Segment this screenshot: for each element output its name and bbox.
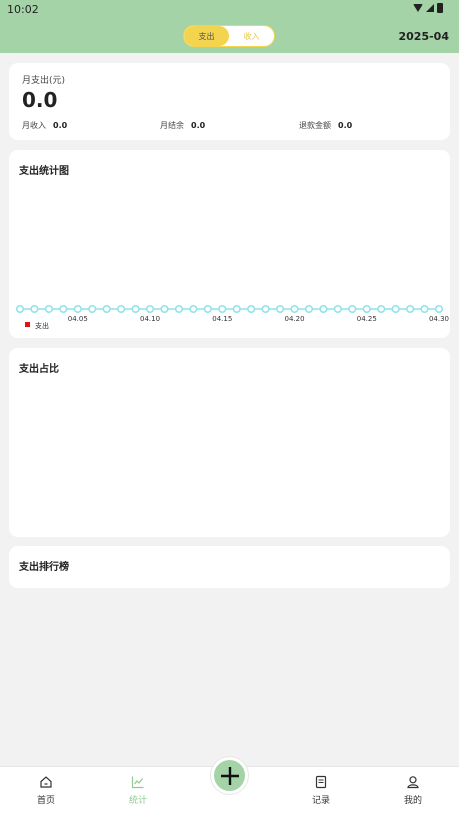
x-tick-label: 04.10 [140, 315, 160, 323]
wifi-icon [413, 4, 423, 12]
data-point-04.28[interactable] [406, 304, 415, 314]
chart-icon [131, 776, 144, 789]
data-point-04.21[interactable] [304, 304, 314, 314]
expense-income-toggle[interactable]: 支出 收入 [183, 25, 275, 47]
legend-label[interactable]: 支出 [35, 321, 49, 330]
data-point-04.17[interactable] [247, 304, 256, 314]
data-point-04.15[interactable] [218, 304, 227, 314]
data-point-04.14[interactable] [203, 304, 212, 314]
ranking-title: 支出排行榜 [19, 562, 69, 573]
tab-statistics-label: 统计 [128, 796, 147, 806]
data-point-04.10[interactable] [145, 304, 155, 314]
monthly-income: 月收入 0.0 [22, 120, 67, 131]
plus-icon [220, 766, 239, 785]
add-record-button[interactable] [211, 757, 248, 794]
monthly-income-label: 月收入 [22, 121, 46, 130]
x-tick-label: 04.30 [429, 315, 449, 323]
refund-amount-label: 退款金额 [299, 121, 331, 130]
status-icons [413, 3, 443, 13]
expense-share-card: 支出占比 [9, 348, 450, 537]
expense-chart-card: 支出统计图 04.05 04.10 04.15 04.20 04.25 04.30 支出 [9, 150, 450, 338]
user-icon [407, 776, 419, 789]
tab-records[interactable]: 记录 [291, 775, 351, 806]
monthly-balance-value: 0.0 [191, 121, 206, 130]
share-title: 支出占比 [19, 364, 59, 375]
data-point-04.19[interactable] [276, 304, 285, 314]
signal-icon [426, 4, 434, 12]
document-icon [315, 775, 327, 789]
summary-card: 月支出(元) 0.0 月收入 0.0 月结余 0.0 退款金额 0.0 [9, 63, 450, 140]
x-tick-label: 04.05 [68, 315, 88, 323]
data-point-04.30[interactable] [434, 304, 444, 314]
toggle-expense[interactable]: 支出 [184, 26, 229, 46]
tab-profile[interactable]: 我的 [383, 775, 443, 806]
data-point-04.08[interactable] [117, 304, 126, 314]
data-point-04.12[interactable] [174, 304, 183, 314]
month-selector[interactable]: 2025-04 [399, 30, 450, 43]
tab-records-label: 记录 [311, 796, 330, 806]
tab-home[interactable]: 首页 [16, 775, 76, 806]
data-point-04.26[interactable] [377, 304, 386, 314]
data-point-04.23[interactable] [333, 304, 342, 314]
expense-line-chart: 04.05 04.10 04.15 04.20 04.25 04.30 支出 [15, 304, 449, 330]
data-point-04.20[interactable] [290, 304, 299, 314]
data-point-04.13[interactable] [189, 304, 198, 314]
monthly-income-value: 0.0 [53, 121, 68, 130]
monthly-expense-label: 月支出(元) [22, 76, 66, 86]
x-tick-label: 04.20 [284, 315, 304, 323]
header: 10:02 支出 收入 2025-04 [0, 0, 459, 53]
data-point-04.11[interactable] [160, 304, 169, 314]
x-tick-label: 04.15 [212, 315, 232, 323]
tab-profile-label: 我的 [403, 796, 422, 806]
data-point-04.03[interactable] [44, 304, 53, 314]
data-point-04.16[interactable] [232, 304, 241, 314]
monthly-balance: 月结余 0.0 [160, 120, 205, 131]
home-icon [40, 776, 52, 788]
data-point-04.06[interactable] [88, 304, 97, 314]
data-point-04.29[interactable] [420, 304, 429, 314]
data-point-04.24[interactable] [348, 304, 357, 314]
data-point-04.09[interactable] [131, 304, 140, 314]
x-tick-label: 04.25 [357, 315, 377, 323]
data-point-04.01[interactable] [15, 304, 25, 314]
expense-ranking-card: 支出排行榜 [9, 546, 450, 588]
data-point-04.05[interactable] [73, 304, 82, 314]
status-time: 10:02 [7, 3, 39, 16]
tab-home-label: 首页 [36, 796, 55, 806]
refund-amount: 退款金额 0.0 [299, 120, 352, 131]
battery-icon [437, 3, 443, 13]
toggle-income[interactable]: 收入 [229, 26, 274, 46]
tab-statistics[interactable]: 统计 [108, 775, 168, 806]
data-point-04.25[interactable] [362, 304, 371, 314]
data-point-04.02[interactable] [30, 304, 39, 314]
data-point-04.07[interactable] [102, 304, 111, 314]
data-point-04.27[interactable] [391, 304, 400, 314]
data-point-04.22[interactable] [319, 304, 328, 314]
refund-amount-value: 0.0 [338, 121, 353, 130]
data-point-04.04[interactable] [59, 304, 68, 314]
data-point-04.18[interactable] [261, 304, 270, 314]
legend-swatch [25, 322, 30, 327]
monthly-balance-label: 月结余 [160, 121, 184, 130]
monthly-expense-value: 0.0 [22, 88, 58, 112]
